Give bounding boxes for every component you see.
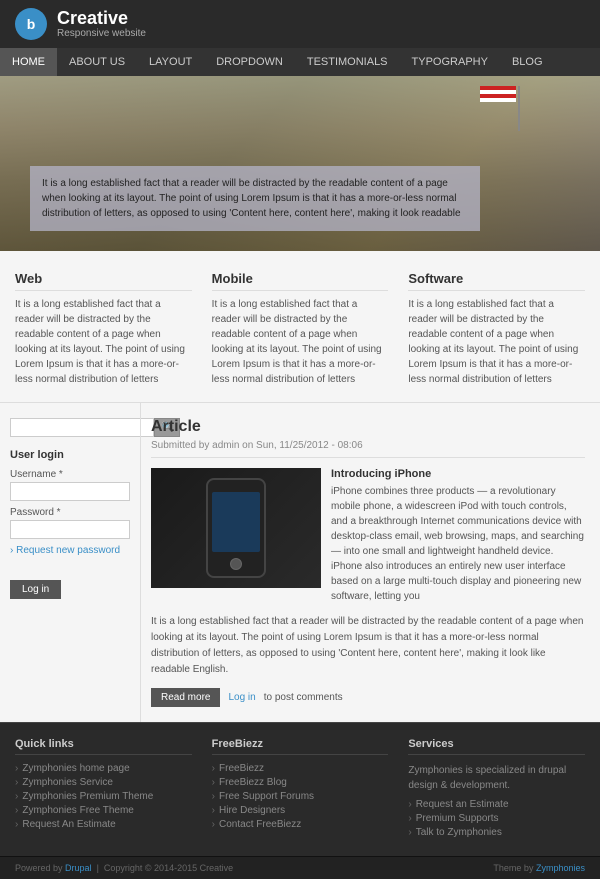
footer-link-4[interactable]: Zymphonies Free Theme	[15, 805, 192, 816]
nav-blog[interactable]: BLOG	[500, 48, 555, 76]
article-body: It is a long established fact that a rea…	[151, 614, 585, 678]
user-login-block: User login Username * Password * › Reque…	[10, 449, 130, 599]
username-field[interactable]	[10, 482, 130, 501]
article-inner: Introducing iPhone iPhone combines three…	[151, 468, 585, 604]
footer-freebiezz-title: FreeBiezz	[212, 738, 389, 755]
iphone-intro-title: Introducing iPhone	[331, 468, 585, 480]
article-login-link[interactable]: Log in	[228, 692, 255, 703]
footer-fb-link-1[interactable]: FreeBiezz	[212, 763, 389, 774]
feature-web: Web It is a long established fact that a…	[15, 271, 192, 387]
phone-background	[151, 468, 321, 588]
site-header: b Creative Responsive website	[0, 0, 600, 48]
sidebar: 🔍 User login Username * Password * › Req…	[0, 403, 140, 722]
article-actions: Read more Log in to post comments	[151, 688, 585, 707]
phone-screen	[212, 492, 260, 552]
footer-top: Quick links Zymphonies home page Zymphon…	[0, 722, 600, 856]
feature-software-title: Software	[408, 271, 585, 291]
phone-button	[230, 558, 242, 570]
main-content: 🔍 User login Username * Password * › Req…	[0, 403, 600, 722]
nav-about[interactable]: ABOUT US	[57, 48, 137, 76]
nav-layout[interactable]: LAYOUT	[137, 48, 204, 76]
footer-fb-link-2[interactable]: FreeBiezz Blog	[212, 777, 389, 788]
footer-services-intro: Zymphonies is specialized in drupal desi…	[408, 763, 585, 793]
search-form: 🔍	[10, 418, 130, 437]
powered-by-text: Powered by Drupal | Copyright © 2014-201…	[15, 863, 233, 873]
main-column: Article Submitted by admin on Sun, 11/25…	[140, 403, 600, 722]
theme-credit: Theme by Zymphonies	[493, 863, 585, 873]
footer-svc-link-3[interactable]: Talk to Zymphonies	[408, 827, 585, 838]
footer-svc-link-2[interactable]: Premium Supports	[408, 813, 585, 824]
article-intro: Introducing iPhone iPhone combines three…	[331, 468, 585, 604]
powered-by-link[interactable]: Drupal	[65, 863, 92, 873]
main-nav: HOME ABOUT US LAYOUT DROPDOWN TESTIMONIA…	[0, 48, 600, 76]
hero-section: It is a long established fact that a rea…	[0, 76, 600, 251]
article-meta: Submitted by admin on Sun, 11/25/2012 - …	[151, 440, 585, 458]
username-label: Username *	[10, 469, 130, 480]
read-more-button[interactable]: Read more	[151, 688, 220, 707]
nav-testimonials[interactable]: TESTIMONIALS	[295, 48, 400, 76]
footer-fb-link-5[interactable]: Contact FreeBiezz	[212, 819, 389, 830]
password-field[interactable]	[10, 520, 130, 539]
footer-svc-link-1[interactable]: Request an Estimate	[408, 799, 585, 810]
footer-quick-links-title: Quick links	[15, 738, 192, 755]
footer-link-3[interactable]: Zymphonies Premium Theme	[15, 791, 192, 802]
feature-mobile-body: It is a long established fact that a rea…	[212, 297, 389, 387]
feature-columns: Web It is a long established fact that a…	[0, 251, 600, 403]
feature-web-title: Web	[15, 271, 192, 291]
footer-freebiezz: FreeBiezz FreeBiezz FreeBiezz Blog Free …	[212, 738, 389, 841]
hero-flag	[480, 86, 520, 111]
login-button[interactable]: Log in	[10, 580, 61, 599]
footer-link-1[interactable]: Zymphonies home page	[15, 763, 192, 774]
footer-services-title: Services	[408, 738, 585, 755]
search-input[interactable]	[10, 418, 154, 437]
feature-software-body: It is a long established fact that a rea…	[408, 297, 585, 387]
footer-quick-links: Quick links Zymphonies home page Zymphon…	[15, 738, 192, 841]
brand: Creative Responsive website	[57, 9, 146, 40]
user-login-title: User login	[10, 449, 130, 461]
feature-software: Software It is a long established fact t…	[408, 271, 585, 387]
phone-shape	[206, 478, 266, 578]
nav-typography[interactable]: TYPOGRAPHY	[400, 48, 500, 76]
feature-web-body: It is a long established fact that a rea…	[15, 297, 192, 387]
password-label: Password *	[10, 507, 130, 518]
content-wrap: 🔍 User login Username * Password * › Req…	[0, 403, 600, 722]
footer-fb-link-4[interactable]: Hire Designers	[212, 805, 389, 816]
brand-tagline: Responsive website	[57, 28, 146, 39]
theme-link[interactable]: Zymphonies	[536, 863, 585, 873]
footer-link-2[interactable]: Zymphonies Service	[15, 777, 192, 788]
hero-caption: It is a long established fact that a rea…	[30, 166, 480, 231]
feature-mobile: Mobile It is a long established fact tha…	[212, 271, 389, 387]
iphone-intro-body: iPhone combines three products — a revol…	[331, 484, 585, 604]
article-image	[151, 468, 321, 588]
nav-dropdown[interactable]: DROPDOWN	[204, 48, 295, 76]
hero-background: It is a long established fact that a rea…	[0, 76, 600, 251]
nav-home[interactable]: HOME	[0, 48, 57, 76]
footer-fb-link-3[interactable]: Free Support Forums	[212, 791, 389, 802]
logo-icon: b	[15, 8, 47, 40]
brand-name: Creative	[57, 9, 146, 29]
article-title: Article	[151, 418, 585, 436]
footer-link-5[interactable]: Request An Estimate	[15, 819, 192, 830]
forgot-password-link[interactable]: › Request new password	[10, 545, 130, 556]
footer-services: Services Zymphonies is specialized in dr…	[408, 738, 585, 841]
comment-text: to post comments	[264, 692, 343, 703]
feature-mobile-title: Mobile	[212, 271, 389, 291]
footer-bottom: Powered by Drupal | Copyright © 2014-201…	[0, 856, 600, 879]
